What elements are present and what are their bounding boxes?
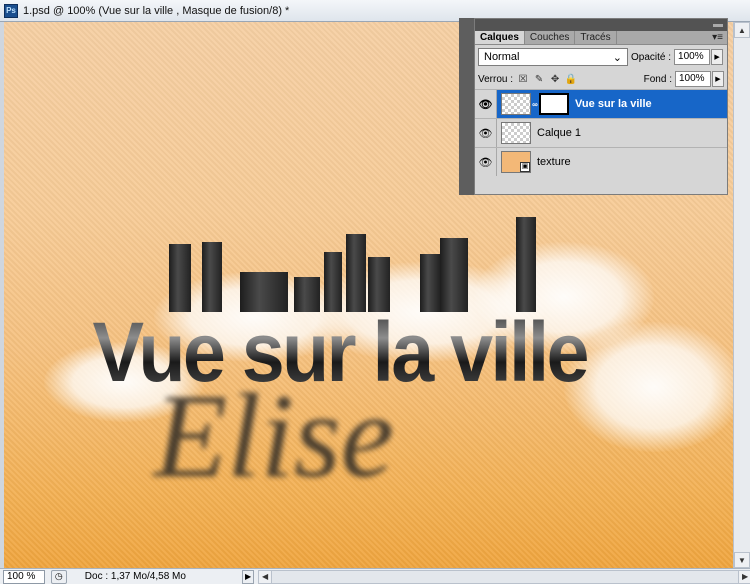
- photoshop-app-icon: Ps: [4, 3, 18, 18]
- tab-couches[interactable]: Couches: [525, 31, 576, 44]
- layer-name: texture: [537, 156, 571, 168]
- status-bar: 100 % ◷ Doc : 1,37 Mo/4,58 Mo ▶ ◀ ▶: [0, 568, 750, 584]
- lock-all-icon[interactable]: 🔒: [565, 73, 577, 85]
- fill-label: Fond :: [643, 73, 672, 85]
- layer-row-vue-sur-la-ville[interactable]: 👁 ∞ Vue sur la ville: [475, 89, 727, 118]
- status-info-icon[interactable]: ◷: [50, 569, 67, 584]
- layer-name: Calque 1: [537, 127, 582, 139]
- status-menu-button[interactable]: ▶: [242, 569, 255, 584]
- layer-mask-thumbnail[interactable]: [539, 93, 569, 115]
- fill-input[interactable]: 100%: [675, 71, 711, 87]
- document-title: 1.psd @ 100% (Vue sur la ville , Masque …: [23, 4, 290, 17]
- layer-thumbnail: [501, 93, 531, 115]
- fill-slider-button[interactable]: ▶: [712, 71, 724, 87]
- scroll-right-button[interactable]: ▶: [738, 569, 750, 584]
- horizontal-scrollbar[interactable]: ◀ ▶: [258, 569, 750, 584]
- document-size-info: Doc : 1,37 Mo/4,58 Mo: [84, 571, 186, 582]
- lock-transparency-icon[interactable]: ☒: [517, 73, 529, 85]
- panel-tabs: Calques Couches Tracés ▾≡: [475, 31, 727, 45]
- scroll-down-button[interactable]: ▼: [734, 552, 750, 568]
- layer-row-texture[interactable]: 👁 ▣ texture: [475, 147, 727, 176]
- canvas-headline-text: Vue sur la ville: [82, 304, 597, 401]
- zoom-level-input[interactable]: 100 %: [3, 569, 45, 584]
- opacity-slider-button[interactable]: ▶: [711, 49, 724, 65]
- chain-link-icon[interactable]: ∞: [531, 100, 539, 109]
- lock-pixels-icon[interactable]: ✎: [533, 73, 545, 85]
- skyline-building: [346, 234, 366, 312]
- vertical-scrollbar[interactable]: ▲ ▼: [733, 22, 750, 568]
- blend-mode-select[interactable]: Normal ⌄: [478, 48, 628, 66]
- smart-object-icon: ▣: [520, 162, 530, 172]
- layer-thumbnail: ▣: [501, 151, 531, 173]
- panel-header-bar[interactable]: [475, 19, 727, 31]
- skyline-building: [440, 238, 468, 312]
- layer-row-calque-1[interactable]: 👁 Calque 1: [475, 118, 727, 147]
- layer-thumbnail: [501, 122, 531, 144]
- tab-traces[interactable]: Tracés: [575, 31, 617, 44]
- panel-menu-icon[interactable]: ▾≡: [712, 32, 723, 43]
- skyline-building: [202, 242, 222, 312]
- layers-panel: Calques Couches Tracés ▾≡ Normal ⌄ Opaci…: [474, 18, 728, 195]
- scroll-left-button[interactable]: ◀: [258, 569, 273, 584]
- collapse-icon[interactable]: [713, 23, 723, 27]
- lock-position-icon[interactable]: ✥: [549, 73, 561, 85]
- lock-label: Verrou :: [478, 73, 514, 85]
- opacity-input[interactable]: 100%: [674, 49, 711, 65]
- skyline-building: [324, 252, 342, 312]
- eye-icon[interactable]: 👁: [475, 119, 497, 147]
- skyline-building: [516, 217, 536, 312]
- eye-icon[interactable]: 👁: [475, 90, 497, 118]
- layer-name: Vue sur la ville: [575, 98, 652, 110]
- tab-calques[interactable]: Calques: [475, 31, 525, 44]
- panel-dock-edge: [459, 18, 474, 195]
- scroll-up-button[interactable]: ▲: [734, 22, 750, 38]
- chevron-down-icon: ⌄: [612, 51, 622, 64]
- skyline-building: [169, 244, 191, 312]
- blend-mode-value: Normal: [484, 51, 520, 63]
- eye-icon[interactable]: 👁: [475, 148, 497, 176]
- opacity-label: Opacité :: [631, 51, 672, 63]
